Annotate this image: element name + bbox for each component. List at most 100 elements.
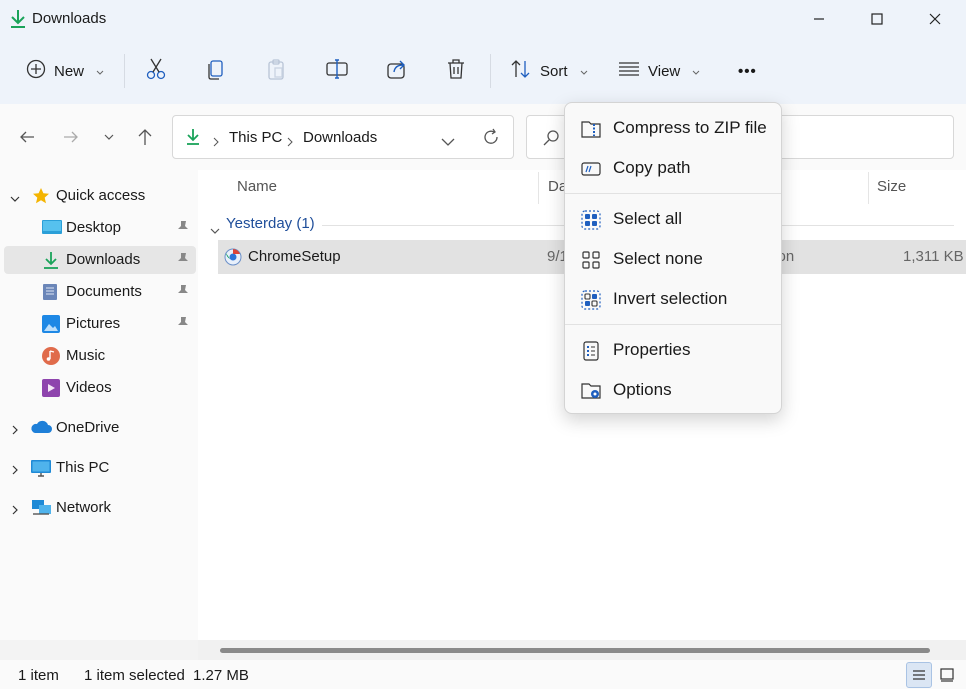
- menu-item-label: Copy path: [613, 158, 691, 177]
- menu-item-select-none[interactable]: Select none: [569, 240, 777, 278]
- menu-item-label: Select none: [613, 249, 703, 268]
- sidebar-item-label: Desktop: [66, 219, 122, 236]
- pin-icon[interactable]: [176, 252, 190, 270]
- share-button[interactable]: [386, 52, 408, 90]
- sidebar-item-label: Music: [66, 347, 106, 364]
- chevron-right-icon[interactable]: [12, 502, 18, 519]
- monitor-icon: [31, 459, 51, 477]
- sidebar-item-videos[interactable]: Videos: [4, 374, 196, 402]
- view-list-icon: [618, 61, 640, 81]
- address-dropdown-icon[interactable]: [441, 133, 455, 150]
- desktop-icon: [42, 219, 62, 237]
- select-all-icon: [581, 210, 601, 230]
- file-size: 1,311 KB: [903, 248, 964, 265]
- cut-button[interactable]: [146, 52, 166, 90]
- more-options-menu: Compress to ZIP file Copy path Select al…: [564, 102, 782, 414]
- sort-label: Sort: [540, 62, 568, 80]
- more-options-button[interactable]: •••: [738, 52, 757, 90]
- cloud-icon: [30, 419, 52, 437]
- chevron-right-icon[interactable]: [12, 462, 18, 479]
- menu-item-copy-path[interactable]: Copy path: [569, 149, 777, 187]
- breadcrumb-downloads[interactable]: Downloads: [303, 129, 377, 146]
- download-icon: [42, 251, 60, 269]
- menu-item-label: Select all: [613, 209, 682, 228]
- new-label: New: [54, 62, 85, 80]
- chevron-down-icon[interactable]: [10, 189, 20, 206]
- menu-item-options[interactable]: Options: [569, 371, 777, 409]
- sidebar-item-label: Network: [56, 499, 112, 516]
- address-bar[interactable]: This PC Downloads: [172, 115, 514, 159]
- menu-item-invert-selection[interactable]: Invert selection: [569, 280, 777, 318]
- options-icon: [581, 381, 601, 401]
- pin-icon[interactable]: [176, 220, 190, 238]
- scissors-icon: [146, 58, 166, 84]
- up-arrow-icon[interactable]: [134, 126, 156, 148]
- pin-icon[interactable]: [176, 284, 190, 302]
- pin-icon[interactable]: [176, 316, 190, 334]
- rename-button[interactable]: [326, 52, 348, 90]
- breadcrumb-this-pc[interactable]: This PC: [229, 129, 282, 146]
- copy-button[interactable]: [206, 52, 226, 90]
- scrollbar-thumb[interactable]: [220, 648, 930, 653]
- sidebar-item-documents[interactable]: Documents: [4, 278, 196, 306]
- sidebar-item-this-pc[interactable]: This PC: [4, 454, 196, 482]
- search-icon: [543, 130, 559, 150]
- group-header[interactable]: Yesterday (1): [226, 215, 315, 232]
- back-arrow-icon[interactable]: [16, 126, 38, 148]
- close-button[interactable]: [906, 0, 964, 38]
- sidebar-item-pictures[interactable]: Pictures: [4, 310, 196, 338]
- recent-locations-chevron-icon[interactable]: [98, 126, 120, 148]
- sidebar-item-network[interactable]: Network: [4, 494, 196, 522]
- invert-selection-icon: [581, 290, 601, 310]
- sort-button[interactable]: Sort: [510, 52, 588, 90]
- delete-button[interactable]: [446, 52, 466, 90]
- installer-icon: [224, 248, 242, 270]
- menu-item-label: Properties: [613, 340, 691, 359]
- view-label: View: [648, 62, 681, 80]
- sidebar-item-label: Videos: [66, 379, 112, 396]
- breadcrumb-separator-icon: [213, 134, 219, 151]
- chevron-down-icon: [692, 63, 700, 80]
- column-header-size[interactable]: Size: [877, 178, 906, 195]
- pictures-icon: [42, 315, 60, 333]
- breadcrumb-separator-icon: [287, 134, 293, 151]
- star-icon: [32, 187, 50, 205]
- sidebar-item-label: Downloads: [66, 251, 141, 268]
- minimize-button[interactable]: [790, 0, 848, 38]
- copy-path-icon: [581, 159, 601, 179]
- forward-arrow-icon[interactable]: [60, 126, 82, 148]
- column-divider[interactable]: [868, 172, 869, 204]
- tiles-view-button[interactable]: [934, 662, 960, 688]
- selection-size: 1.27 MB: [193, 667, 249, 684]
- download-icon: [9, 9, 27, 33]
- item-count: 1 item: [18, 667, 59, 684]
- command-bar: New Sort View •••: [0, 38, 966, 104]
- sidebar-item-onedrive[interactable]: OneDrive: [4, 414, 196, 442]
- details-view-button[interactable]: [906, 662, 932, 688]
- chevron-right-icon[interactable]: [12, 422, 18, 439]
- sidebar-item-quick-access[interactable]: Quick access: [4, 182, 196, 210]
- menu-item-compress-zip[interactable]: Compress to ZIP file: [569, 109, 777, 147]
- plus-circle-icon: [26, 59, 46, 83]
- maximize-button[interactable]: [848, 0, 906, 38]
- view-button[interactable]: View: [618, 52, 700, 90]
- toolbar-divider: [124, 54, 125, 88]
- column-divider[interactable]: [538, 172, 539, 204]
- sidebar-item-desktop[interactable]: Desktop: [4, 214, 196, 242]
- sort-icon: [510, 59, 532, 83]
- sidebar-item-music[interactable]: Music: [4, 342, 196, 370]
- sidebar-item-label: Documents: [66, 283, 142, 300]
- rename-icon: [326, 58, 348, 84]
- network-icon: [30, 499, 52, 517]
- selection-count: 1 item selected: [84, 667, 185, 684]
- new-button[interactable]: New: [26, 52, 104, 90]
- menu-item-properties[interactable]: Properties: [569, 331, 777, 369]
- chevron-down-icon: [96, 63, 104, 80]
- paste-button[interactable]: [266, 52, 286, 90]
- menu-item-select-all[interactable]: Select all: [569, 200, 777, 238]
- column-header-name[interactable]: Name: [237, 178, 277, 195]
- toolbar-divider: [490, 54, 491, 88]
- group-collapse-icon[interactable]: [210, 221, 220, 238]
- sidebar-item-downloads[interactable]: Downloads: [4, 246, 196, 274]
- refresh-icon[interactable]: [482, 128, 500, 150]
